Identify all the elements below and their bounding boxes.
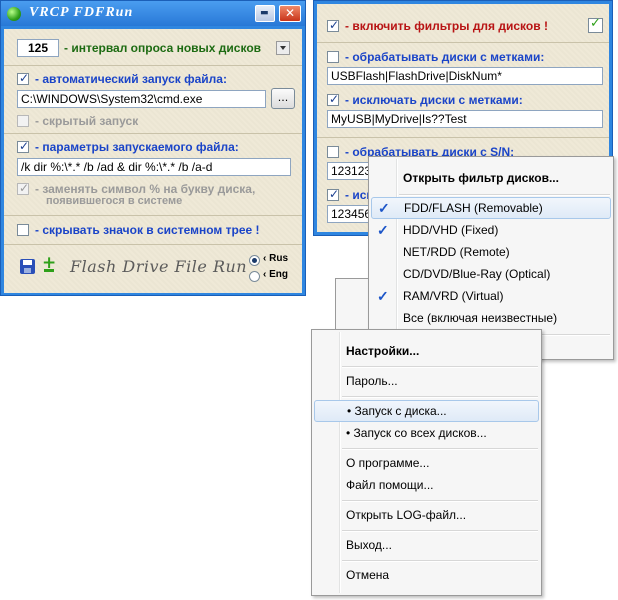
params-input[interactable]: /k dir %:\*.* /b /ad & dir %:\*.* /b /a-… (17, 158, 291, 176)
autorun-checkbox[interactable] (17, 71, 29, 85)
replace-drive-checkbox[interactable] (17, 181, 29, 195)
menu-item-run-from-disk[interactable]: • Запуск с диска... (314, 400, 539, 422)
title-bar[interactable]: VRCP FDFRun ▬ ✕ (1, 1, 305, 26)
main-window: VRCP FDFRun ▬ ✕ 125 - интервал опроса но… (0, 0, 306, 296)
drive-type-label: CD/DVD/Blue-Ray (Optical) (403, 267, 551, 281)
process-labels-input[interactable]: USBFlash|FlashDrive|DiskNum* (327, 67, 603, 85)
drive-type-label: FDD/FLASH (Removable) (404, 201, 543, 215)
browse-label: ... (277, 91, 289, 104)
process-labels-label: - обрабатывать диски с метками: (345, 50, 545, 64)
hidden-run-checkbox[interactable] (17, 115, 29, 127)
check-icon: ✓ (377, 222, 389, 238)
interval-dropdown-button[interactable] (276, 41, 290, 55)
window-title: VRCP FDFRun (29, 5, 134, 20)
autorun-group (4, 65, 302, 66)
hidden-run-label: - скрытый запуск (35, 114, 139, 128)
tray-group (4, 215, 302, 216)
open-disk-filter-item[interactable]: Открыть фильтр дисков... (371, 167, 611, 189)
interval-input[interactable]: 125 (17, 39, 59, 57)
replace-drive-label-2: появившегося в системе (46, 195, 183, 207)
drive-type-item-fixed[interactable]: ✓ HDD/VHD (Fixed) (371, 219, 611, 241)
close-icon: ✕ (285, 6, 296, 20)
process-sn-checkbox[interactable] (327, 146, 339, 158)
remove-icon[interactable] (44, 269, 54, 272)
minimize-button[interactable]: ▬ (255, 5, 275, 22)
process-labels-checkbox[interactable] (327, 51, 339, 63)
menu-item-label: Настройки... (346, 344, 420, 358)
menu-item-label: Пароль... (346, 374, 398, 388)
drive-type-item-remote[interactable]: NET/RDD (Remote) (371, 241, 611, 263)
menu-item-label: • Запуск со всех дисков... (346, 426, 487, 440)
autorun-path-input[interactable]: C:\WINDOWS\System32\cmd.exe (17, 90, 266, 108)
lang-eng-label: ‹ Eng (263, 269, 288, 280)
menu-item-label: • Запуск с диска... (347, 404, 447, 418)
close-button[interactable]: ✕ (279, 5, 301, 22)
main-panel: 125 - интервал опроса новых дисков - авт… (4, 29, 302, 293)
browse-button[interactable]: ... (271, 88, 295, 109)
drive-type-label: RAM/VRD (Virtual) (403, 289, 504, 303)
bottom-group (4, 244, 302, 245)
menu-item-about[interactable]: О программе... (314, 452, 539, 474)
menu-item-label: Файл помощи... (346, 478, 434, 492)
drive-type-item-virtual[interactable]: ✓ RAM/VRD (Virtual) (371, 285, 611, 307)
menu-item-settings[interactable]: Настройки... (314, 340, 539, 362)
filter-sn-group (317, 137, 609, 138)
drive-type-label: HDD/VHD (Fixed) (403, 223, 499, 237)
menu-item-help[interactable]: Файл помощи... (314, 474, 539, 496)
lang-eng-radio[interactable] (249, 271, 260, 282)
app-logo: Flash Drive File Run (70, 257, 248, 276)
tray-context-menu: Настройки... Пароль... • Запуск с диска.… (311, 329, 542, 596)
autorun-label: - автоматический запуск файла: (35, 72, 227, 86)
check-icon: ✓ (377, 288, 389, 304)
exclude-sn-checkbox[interactable] (327, 187, 339, 201)
interval-label: - интервал опроса новых дисков (64, 41, 262, 55)
menu-item-exit[interactable]: Выход... (314, 534, 539, 556)
drive-type-item-optical[interactable]: CD/DVD/Blue-Ray (Optical) (371, 263, 611, 285)
check-icon: ✓ (378, 200, 390, 216)
lang-rus-label: ‹ Rus (263, 253, 288, 264)
enable-filters-checkbox[interactable] (327, 18, 339, 32)
hide-tray-label: - скрывать значок в системном трее ! (35, 223, 260, 237)
filter-confirm-button[interactable]: ✓ (588, 16, 603, 33)
filter-labels-group (317, 42, 609, 43)
lang-rus-radio[interactable] (249, 255, 260, 266)
drive-type-label: Все (включая неизвестные) (403, 311, 558, 325)
menu-item-password[interactable]: Пароль... (314, 370, 539, 392)
params-checkbox[interactable] (17, 139, 29, 153)
hide-tray-checkbox[interactable] (17, 224, 29, 236)
save-icon[interactable] (20, 259, 35, 274)
menu-item-label: О программе... (346, 456, 430, 470)
exclude-labels-label: - исключать диски с метками: (345, 93, 523, 107)
params-group (4, 133, 302, 134)
menu-item-cancel[interactable]: Отмена (314, 564, 539, 586)
menu-item-run-from-all[interactable]: • Запуск со всех дисков... (314, 422, 539, 444)
replace-drive-label: - заменять символ % на букву диска, (35, 182, 256, 196)
menu-item-label: Открыть LOG-файл... (346, 508, 467, 522)
menu-item-label: Выход... (346, 538, 392, 552)
params-label: - параметры запускаемого файла: (35, 140, 239, 154)
drive-type-item-removable[interactable]: ✓ FDD/FLASH (Removable) (371, 197, 611, 219)
open-disk-filter-label: Открыть фильтр дисков... (403, 171, 559, 185)
exclude-labels-input[interactable]: MyUSB|MyDrive|Is??Test (327, 110, 603, 128)
app-icon (7, 7, 21, 21)
menu-item-open-log[interactable]: Открыть LOG-файл... (314, 504, 539, 526)
chevron-down-icon (280, 46, 286, 50)
drive-type-label: NET/RDD (Remote) (403, 245, 510, 259)
minimize-icon: ▬ (260, 8, 269, 18)
enable-filters-label: - включить фильтры для дисков ! (345, 19, 548, 33)
drive-type-item-all[interactable]: Все (включая неизвестные) (371, 307, 611, 329)
check-icon: ✓ (590, 16, 601, 31)
exclude-labels-checkbox[interactable] (327, 92, 339, 106)
menu-item-label: Отмена (346, 568, 390, 582)
